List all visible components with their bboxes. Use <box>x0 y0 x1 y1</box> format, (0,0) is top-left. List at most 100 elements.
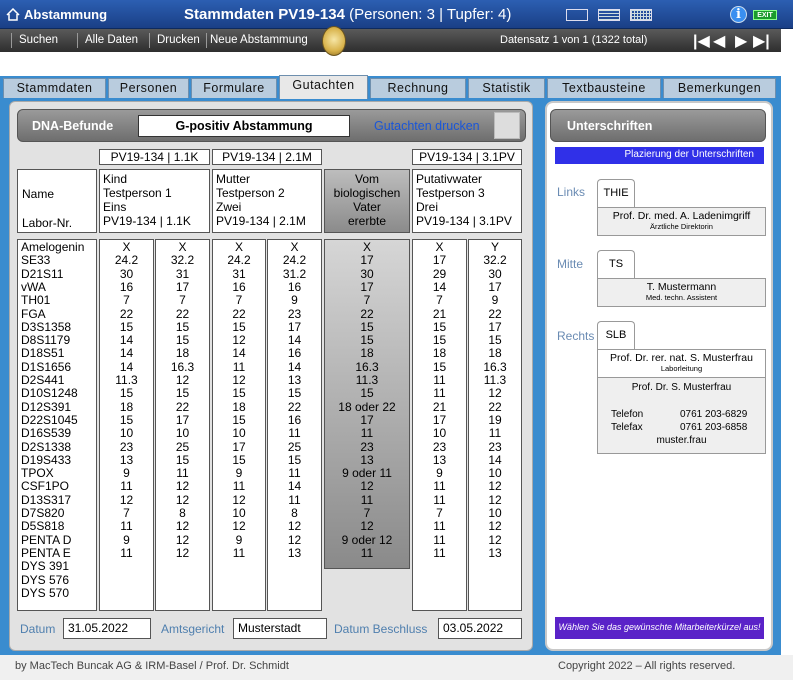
mutter-ref: PV19-134 | 2.1M <box>212 149 322 165</box>
mitte-tag[interactable]: TS <box>597 250 635 278</box>
first-record-icon[interactable]: |◀ <box>693 31 710 51</box>
tab-rechnung[interactable]: Rechnung <box>370 78 466 98</box>
search-button[interactable]: Suchen <box>11 33 58 48</box>
locus-name: D19S433 <box>21 452 72 467</box>
datum-label: Datum <box>20 622 56 636</box>
dna-result-field[interactable]: G-positiv Abstammung <box>138 115 350 137</box>
allele-cell: 7 <box>123 506 130 520</box>
footer-copyright: Copyright 2022 – All rights reserved. <box>558 660 736 672</box>
print-document-icon[interactable] <box>494 112 520 139</box>
allele-cell: 7 <box>436 293 443 308</box>
allele-cell: 11 <box>360 492 374 507</box>
rechts-signature: Prof. Dr. rer. nat. S. Musterfrau Laborle… <box>597 349 766 454</box>
allele-cell: 30 <box>360 266 374 281</box>
tab-personen[interactable]: Personen <box>108 78 189 98</box>
select-employee-hint: Wählen Sie das gewünschte Mitarbeiterkür… <box>555 617 764 639</box>
allele-cell: 10 <box>119 426 134 441</box>
tab-statistik[interactable]: Statistik <box>468 78 545 98</box>
allele-cell: 22 <box>119 306 134 321</box>
tab-gutachten[interactable]: Gutachten <box>279 75 368 99</box>
amtsgericht-field[interactable]: Musterstadt <box>233 618 327 639</box>
next-record-icon[interactable]: ▶ <box>735 31 747 51</box>
allele-cell: 10 <box>232 506 246 520</box>
allele-cell: 11.3 <box>355 373 379 387</box>
putativ-header: Putativwater Testperson 3 Drei PV19-134 | 3… <box>412 169 522 233</box>
allele-cell: 11 <box>360 545 374 560</box>
allele-cell: 22 <box>175 399 190 414</box>
tab-bemerkungen[interactable]: Bemerkungen <box>663 78 776 98</box>
allele-cell: 18 <box>488 346 502 361</box>
allele-cell: 15 <box>360 319 374 334</box>
prev-record-icon[interactable]: ◀ <box>713 31 725 51</box>
links-tag[interactable]: THIE <box>597 179 635 207</box>
allele-cell: 23 <box>488 439 502 454</box>
info-icon[interactable]: i <box>730 6 747 23</box>
putativ-allele2-column: Y 32.2 30 17 9 22 17 15 18 16.3 11.3 12 22 19 11 23 14 10… <box>468 239 522 611</box>
allele-cell: 24.2 <box>282 253 307 268</box>
print-report-link[interactable]: Gutachten drucken <box>374 119 480 133</box>
allele-cell: 15 <box>287 386 302 401</box>
allele-cell <box>469 587 521 600</box>
allele-cell: 15 <box>175 333 190 348</box>
allele-cell: 7 <box>363 506 371 520</box>
beschluss-field[interactable]: 03.05.2022 <box>438 618 522 639</box>
links-label: Links <box>557 185 586 199</box>
all-data-button[interactable]: Alle Daten <box>77 33 138 48</box>
view-single-icon[interactable] <box>566 9 588 21</box>
footer-credit: by MacTech Buncak AG & IRM-Basel / Prof.… <box>15 660 289 672</box>
allele-cell <box>268 587 321 600</box>
locus-name: PENTA D <box>21 532 72 547</box>
avatar-icon <box>322 26 346 56</box>
allele-cell: 15 <box>119 319 134 334</box>
allele-cell: 10 <box>175 426 190 441</box>
view-list-icon[interactable] <box>598 9 620 21</box>
tab-textbausteine[interactable]: Textbausteine <box>547 78 661 98</box>
allele-cell: 11 <box>120 519 133 534</box>
allele-cell: 14 <box>287 359 302 374</box>
tab-stammdaten[interactable]: Stammdaten <box>3 78 106 98</box>
allele-cell: 12 <box>287 519 302 534</box>
allele-cell: 11 <box>433 386 446 401</box>
allele-cell: 12 <box>175 545 190 560</box>
exit-button[interactable]: EXIT <box>753 10 777 20</box>
allele-cell: 16.3 <box>355 359 379 374</box>
home-icon <box>6 7 20 21</box>
locus-name: D12S391 <box>21 399 72 414</box>
allele-cell: 18 oder 22 <box>338 399 396 414</box>
allele-cell: 24.2 <box>114 253 139 268</box>
locus-name: D3S1358 <box>21 319 72 334</box>
allele-cell: 12 <box>360 519 374 534</box>
record-counter: Datensatz 1 von 1 (1322 total) <box>500 34 648 46</box>
allele-cell: 10 <box>432 426 447 441</box>
rechts-tag[interactable]: SLB <box>597 321 635 349</box>
allele-cell: 15 <box>432 333 447 348</box>
allele-cell: 12 <box>360 479 374 494</box>
allele-cell: 17 <box>287 319 302 334</box>
locus-name: D2S441 <box>21 373 65 387</box>
putativ-ref: PV19-134 | 3.1PV <box>412 149 522 165</box>
tab-formulare[interactable]: Formulare <box>191 78 277 98</box>
home-button[interactable]: Abstammung <box>6 7 107 22</box>
allele-cell: 8 <box>291 506 298 520</box>
allele-cell: 9 <box>436 466 443 481</box>
locus-name: D10S1248 <box>21 386 78 401</box>
allele-cell: 15 <box>232 386 246 401</box>
allele-cell: 15 <box>360 386 374 401</box>
allele-cell: 32.2 <box>170 253 195 268</box>
locus-name: DYS 576 <box>21 572 70 587</box>
allele-cell: 11 <box>232 545 246 560</box>
last-record-icon[interactable]: ▶| <box>753 31 770 51</box>
allele-cell <box>469 574 521 587</box>
view-grid-icon[interactable] <box>630 9 652 21</box>
datum-field[interactable]: 31.05.2022 <box>63 618 151 639</box>
allele-cell: 30 <box>488 266 502 281</box>
allele-cell: 11 <box>288 466 301 481</box>
locus-name: DYS 391 <box>21 559 70 574</box>
new-abstammung-button[interactable]: Neue Abstammung <box>206 33 308 48</box>
allele-cell: 12 <box>232 373 246 387</box>
allele-cell: 17 <box>432 253 447 268</box>
allele-cell <box>100 560 153 573</box>
placement-bar: Plazierung der Unterschriften <box>555 147 764 164</box>
print-button[interactable]: Drucken <box>149 33 200 48</box>
allele-cell: 9 oder 12 <box>341 532 393 547</box>
